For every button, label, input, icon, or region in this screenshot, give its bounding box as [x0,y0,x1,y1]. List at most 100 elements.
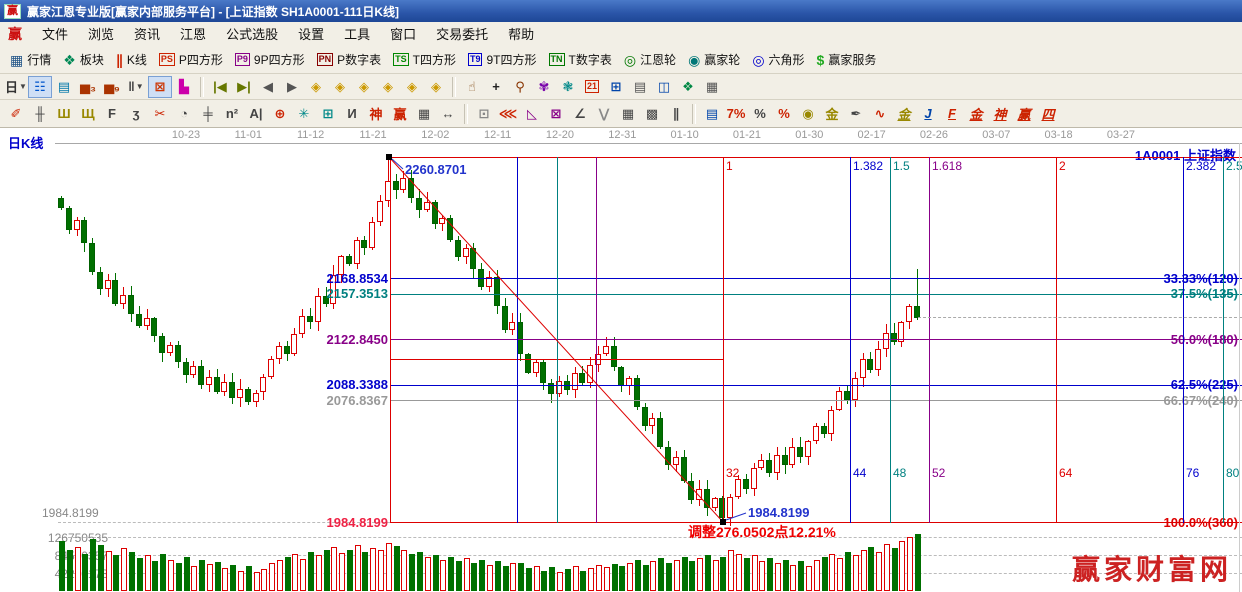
shen-angle-icon[interactable]: 神 [989,104,1011,124]
box-tool-icon[interactable]: ⊡ [473,104,495,124]
menu-item-7[interactable]: 窗口 [380,24,426,45]
h-arrow-icon[interactable]: ↔ [437,104,459,124]
gann-vline [1056,157,1057,523]
menu-item-6[interactable]: 工具 [334,24,380,45]
nine-t-square-button[interactable]: T99T四方形 [464,49,541,70]
quotes-button[interactable]: ▦行情 [6,49,55,70]
ruler2-icon[interactable]: ╪ [197,104,219,124]
cut-tool-icon[interactable]: ✂ [149,104,171,124]
hexagon-button[interactable]: ◎六角形 [748,49,808,70]
gann-ruler-icon[interactable]: ╫ [29,104,51,124]
j-angle-icon[interactable]: J [917,104,939,124]
document-view-icon[interactable]: ▤ [53,77,75,97]
bars-9-icon[interactable]: ▅₉ [101,77,123,97]
level-list-icon[interactable]: ▤ [701,104,723,124]
f-angle-icon[interactable]: F [941,104,963,124]
fan-lines-icon[interactable]: ⋘ [497,104,519,124]
n-square-icon[interactable]: n² [221,104,243,124]
parallel-icon[interactable]: ∥ [665,104,687,124]
network-icon[interactable]: ❖ [677,77,699,97]
menu-item-0[interactable]: 文件 [32,24,78,45]
t-square-button[interactable]: TST四方形 [389,49,460,70]
zoom-in-h-button[interactable]: ◈ [377,77,399,97]
next-button[interactable]: ▶ [281,77,303,97]
period-selector[interactable]: 日▼ [5,77,27,97]
four-angle-icon[interactable]: 四 [1037,104,1059,124]
wave-v-icon[interactable]: ⋁ [593,104,615,124]
hand-tool-icon[interactable]: ☝ [461,77,483,97]
gann-web-icon[interactable]: ✳ [293,104,315,124]
save-icon[interactable]: ◫ [653,77,675,97]
menu-item-2[interactable]: 资讯 [124,24,170,45]
win-angle-icon[interactable]: 赢 [1013,104,1035,124]
grid1-icon[interactable]: ▦ [617,104,639,124]
grid-ruler-icon[interactable]: ▦ [413,104,435,124]
peak-price-label: 2260.8701 [405,162,466,177]
spiral-icon[interactable]: ʒ [125,104,147,124]
grid2-icon[interactable]: ▩ [641,104,663,124]
sectors-button[interactable]: ❖板块 [59,49,108,70]
gann-grid-icon[interactable]: ⊞ [317,104,339,124]
network-view-icon[interactable]: ☷ [29,77,51,97]
gold-gate2-icon[interactable]: Щ [77,104,99,124]
crosshair-tool-icon[interactable]: + [485,77,507,97]
bars-3-icon[interactable]: ▅₃ [77,77,99,97]
compress-v-button[interactable]: ◈ [401,77,423,97]
wave-mark-icon[interactable]: И [341,104,363,124]
gold-lines-icon[interactable]: 金 [821,104,843,124]
scroll-right-button[interactable]: ◈ [329,77,351,97]
draw-pen-icon[interactable]: ✐ [5,104,27,124]
scroll-left-button[interactable]: ◈ [305,77,327,97]
angle-icon[interactable]: ∠ [569,104,591,124]
p-number-table-button[interactable]: PNP数字表 [313,49,386,70]
prev-button[interactable]: ◀ [257,77,279,97]
winner-wheel-button[interactable]: ◉赢家轮 [684,49,744,70]
f-ruler-icon[interactable]: F [101,104,123,124]
web-tool-icon[interactable]: ❃ [557,77,579,97]
kline-button[interactable]: ∥K线 [112,49,151,70]
expand-all-button[interactable]: ◈ [425,77,447,97]
gold-angle2-icon[interactable]: 金 [965,104,987,124]
shen-tool-icon[interactable]: 神 [365,104,387,124]
menu-item-5[interactable]: 设置 [288,24,334,45]
winner-service-button[interactable]: $赢家服务 [813,49,881,70]
candle [105,280,111,289]
notes-icon[interactable]: ▤ [629,77,651,97]
percent-icon[interactable]: % [749,104,771,124]
win-tool-icon[interactable]: 赢 [389,104,411,124]
menu-item-8[interactable]: 交易委托 [426,24,498,45]
flower-tool-icon[interactable]: ✾ [533,77,555,97]
nine-p-square-button[interactable]: P99P四方形 [231,49,309,70]
menu-item-4[interactable]: 公式选股 [216,24,288,45]
marker-pen-icon[interactable]: ✒ [845,104,867,124]
percent-red-icon[interactable]: % [773,104,795,124]
date-label: 11-01 [224,129,272,141]
wave-lines-icon[interactable]: ∿ [869,104,891,124]
last-page-button[interactable]: ▶| [233,77,255,97]
mirror-icon[interactable]: A| [245,104,267,124]
print-icon[interactable]: ▦ [701,77,723,97]
gann-wheel-button[interactable]: ◎江恩轮 [620,49,680,70]
fan-box-icon[interactable]: ◺ [521,104,543,124]
gold-circle-icon[interactable]: ◉ [797,104,819,124]
histogram-icon[interactable]: ▙ [173,77,195,97]
seven-pct-icon[interactable]: 7% [725,104,747,124]
zoom-out-h-button[interactable]: ◈ [353,77,375,97]
date-label: 11-12 [287,129,335,141]
gann-circle-icon[interactable]: ⊕ [269,104,291,124]
calculator-icon[interactable]: ⊞ [605,77,627,97]
gold-gate-icon[interactable]: Ш [53,104,75,124]
clock-icon[interactable]: ◔ [173,104,195,124]
magnifier-icon[interactable]: ⚲ [509,77,531,97]
menu-item-3[interactable]: 江恩 [170,24,216,45]
grid-box-icon[interactable]: ⊠ [545,104,567,124]
gold-angle-icon[interactable]: 金 [893,104,915,124]
p-square-button[interactable]: PSP四方形 [155,49,227,70]
first-page-button[interactable]: |◀ [209,77,231,97]
chart-mode-icon[interactable]: ⊠ [149,77,171,97]
t-number-table-button[interactable]: TNT数字表 [545,49,616,70]
menu-item-9[interactable]: 帮助 [498,24,544,45]
menu-item-1[interactable]: 浏览 [78,24,124,45]
candle-style-selector[interactable]: ‖▼ [125,77,147,97]
calendar-icon[interactable]: 21 [581,77,603,97]
